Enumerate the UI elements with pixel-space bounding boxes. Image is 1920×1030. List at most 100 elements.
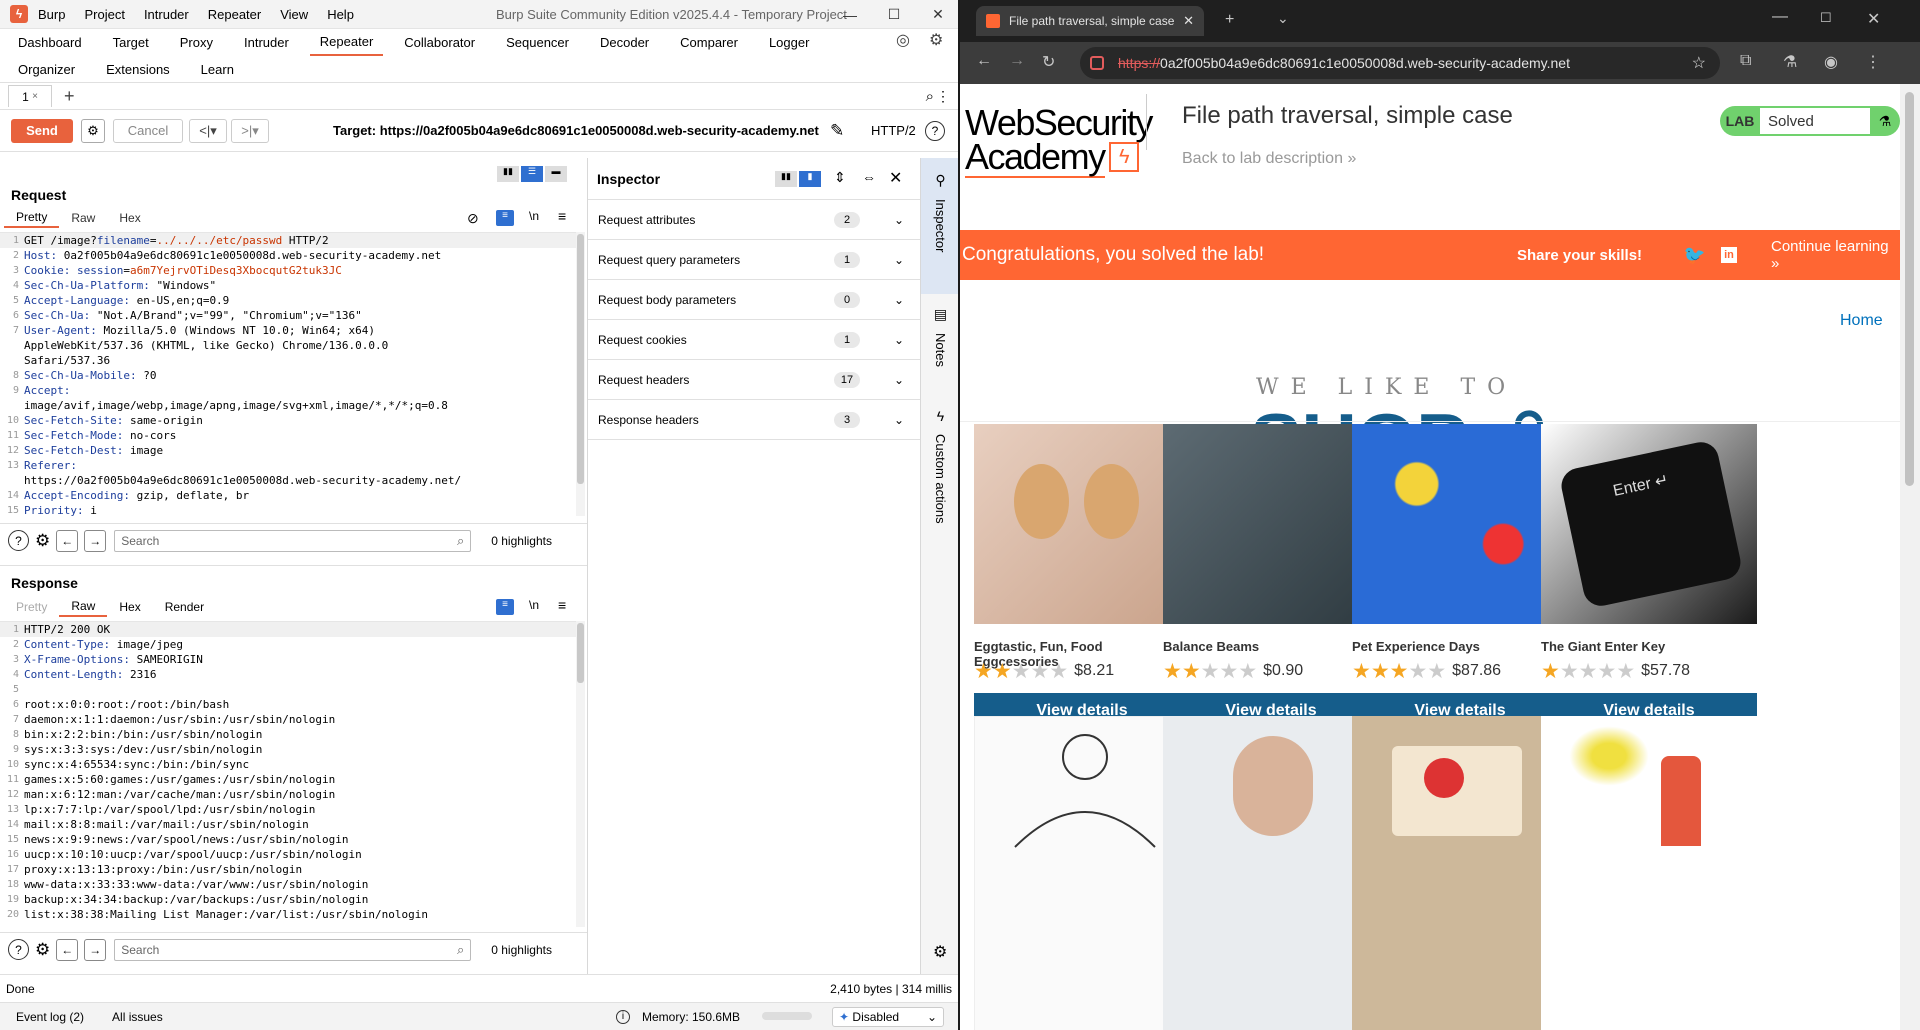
main-tab[interactable]: Logger <box>759 29 819 56</box>
main-tab[interactable]: Extensions <box>96 56 180 83</box>
editor-subtab[interactable]: Pretty <box>4 208 60 228</box>
code-line[interactable]: 10 sync:x:4:65534:sync:/bin:/bin/sync <box>0 757 576 772</box>
product-image[interactable] <box>1163 716 1379 1030</box>
product-image[interactable] <box>1352 424 1568 624</box>
expand-all-icon[interactable]: ⇕ <box>834 169 846 186</box>
inspector-section[interactable]: Request attributes 2 ⌄ <box>588 200 920 240</box>
prev-match-icon[interactable]: ← <box>56 529 79 552</box>
browser-tab[interactable]: File path traversal, simple case ✕ <box>976 6 1204 36</box>
inspector-section[interactable]: Request query parameters 1 ⌄ <box>588 240 920 280</box>
back-icon[interactable]: ← <box>976 52 992 70</box>
newline-toggle-icon[interactable]: \n <box>529 209 539 223</box>
address-bar[interactable]: https://0a2f005b04a9e6dc80691c1e0050008d… <box>1080 47 1720 79</box>
code-line[interactable]: 15 Priority: i <box>0 503 576 516</box>
close-tab-icon[interactable]: ✕ <box>1183 13 1194 29</box>
send-settings-icon[interactable]: ⚙ <box>81 118 105 143</box>
scrollbar-thumb[interactable] <box>1905 92 1914 486</box>
code-line[interactable]: 9 Accept: <box>0 383 576 398</box>
response-editor[interactable]: 1 HTTP/2 200 OK 2 Content-Type: image/jpeg 3… <box>0 621 576 927</box>
product-image[interactable] <box>1541 716 1757 1030</box>
menu-item[interactable]: Intruder <box>144 7 189 22</box>
code-line[interactable]: 5 Accept-Language: en-US,en;q=0.9 <box>0 293 576 308</box>
menu-icon[interactable]: ≡ <box>558 597 566 613</box>
code-line[interactable]: 20 list:x:38:38:Mailing List Manager:/var… <box>0 907 576 922</box>
main-tab[interactable]: Organizer <box>8 56 85 83</box>
editor-subtab[interactable]: Pretty <box>4 597 59 617</box>
main-tab[interactable]: Target <box>103 29 159 56</box>
code-line[interactable]: 18 www-data:x:33:33:www-data:/var/www:/us… <box>0 877 576 892</box>
inspector-section[interactable]: Request body parameters 0 ⌄ <box>588 280 920 320</box>
close-inspector-icon[interactable]: ✕ <box>889 168 902 188</box>
code-line[interactable]: 5 <box>0 682 576 697</box>
hide-icon[interactable]: ⊘ <box>467 210 479 227</box>
side-tab-inspector[interactable]: ⚲ Inspector <box>921 158 960 294</box>
inspector-layout-active-icon[interactable]: ▮ <box>799 171 821 187</box>
continue-learning-link[interactable]: Continue learning » <box>1771 238 1900 272</box>
main-tab[interactable]: Proxy <box>170 29 223 56</box>
new-tab-icon[interactable]: + <box>1225 11 1234 29</box>
collapse-all-icon[interactable]: ⇔ <box>862 169 876 185</box>
code-line[interactable]: 19 backup:x:34:34:backup:/var/backups:/us… <box>0 892 576 907</box>
main-tab[interactable]: Intruder <box>234 29 299 56</box>
product-image[interactable] <box>974 424 1190 624</box>
editor-subtab[interactable]: Render <box>153 597 216 617</box>
globe-icon[interactable]: ◎ <box>896 30 910 50</box>
code-line[interactable]: 14 mail:x:8:8:mail:/var/mail:/usr/sbin/no… <box>0 817 576 832</box>
maximize-icon[interactable]: ☐ <box>872 0 916 29</box>
menu-icon[interactable]: ≡ <box>558 208 566 224</box>
code-line[interactable]: 8 Sec-Ch-Ua-Mobile: ?0 <box>0 368 576 383</box>
menu-item[interactable]: Burp <box>38 7 65 22</box>
ai-toggle[interactable]: ✦ Disabled ⌄ <box>832 1007 944 1027</box>
main-tab[interactable]: Decoder <box>590 29 659 56</box>
editor-subtab[interactable]: Raw <box>59 597 108 617</box>
code-line[interactable]: Safari/537.36 <box>0 353 576 368</box>
next-match-icon[interactable]: → <box>84 529 107 552</box>
code-line[interactable]: https://0a2f005b04a9e6dc80691c1e0050008d… <box>0 473 576 488</box>
newline-toggle-icon[interactable]: \n <box>529 598 539 612</box>
more-options-icon[interactable]: ⋮ <box>936 88 950 105</box>
tab-search-icon[interactable]: ⌄ <box>1277 10 1289 27</box>
next-match-icon[interactable]: → <box>84 938 107 961</box>
code-line[interactable]: 11 Sec-Fetch-Mode: no-cors <box>0 428 576 443</box>
minimize-icon[interactable]: — <box>1772 8 1788 26</box>
search-icon[interactable]: ⌕ <box>926 88 934 105</box>
reload-icon[interactable]: ↻ <box>1042 52 1055 72</box>
http-version-label[interactable]: HTTP/2 <box>871 123 916 138</box>
edit-target-icon[interactable]: ✎ <box>830 121 844 141</box>
close-icon[interactable]: ✕ <box>916 0 960 29</box>
code-line[interactable]: 3 Cookie: session=a6m7YejrvOTiDesq3Xbocqu… <box>0 263 576 278</box>
code-line[interactable]: 12 Sec-Fetch-Dest: image <box>0 443 576 458</box>
code-line[interactable]: 3 X-Frame-Options: SAMEORIGIN <box>0 652 576 667</box>
main-tab[interactable]: Comparer <box>670 29 748 56</box>
event-log-link[interactable]: Event log (2) <box>16 1010 84 1024</box>
code-line[interactable]: 15 news:x:9:9:news:/var/spool/news:/usr/s… <box>0 832 576 847</box>
inspector-section[interactable]: Response headers 3 ⌄ <box>588 400 920 440</box>
response-scrollbar[interactable] <box>576 621 585 927</box>
extensions-icon[interactable]: ⧉ <box>1740 52 1751 70</box>
inspector-layout-icon[interactable]: ▮▮ <box>775 171 797 187</box>
web-security-academy-logo[interactable]: WebSecurity Academy ϟ <box>965 105 1153 178</box>
code-line[interactable]: 8 bin:x:2:2:bin:/bin:/usr/sbin/nologin <box>0 727 576 742</box>
prev-match-icon[interactable]: ← <box>56 938 79 961</box>
back-history-button[interactable]: <|▾ <box>189 118 227 143</box>
main-tab[interactable]: Collaborator <box>394 29 485 56</box>
cancel-button[interactable]: Cancel <box>113 118 183 143</box>
back-to-lab-link[interactable]: Back to lab description » <box>1182 150 1356 168</box>
side-settings-icon[interactable]: ⚙ <box>933 942 947 962</box>
response-search-input[interactable]: Search ⌕ <box>114 938 472 961</box>
editor-subtab[interactable]: Hex <box>107 597 152 617</box>
close-window-icon[interactable]: ✕ <box>1867 9 1880 29</box>
layout-columns-icon[interactable]: ▮▮ <box>497 166 519 182</box>
product-image[interactable]: Enter ↵ <box>1541 424 1757 624</box>
code-line[interactable]: 1 HTTP/2 200 OK <box>0 622 576 637</box>
request-editor[interactable]: 1 GET /image?filename=../../../etc/passwd… <box>0 232 576 516</box>
send-button[interactable]: Send <box>11 118 73 143</box>
code-line[interactable]: 13 Referer: <box>0 458 576 473</box>
layout-tabs-icon[interactable]: ▬ <box>545 166 567 182</box>
code-line[interactable]: 11 games:x:5:60:games:/usr/games:/usr/sbi… <box>0 772 576 787</box>
close-tab-icon[interactable]: × <box>32 91 38 102</box>
page-scrollbar[interactable] <box>1900 84 1920 1030</box>
code-line[interactable]: 10 Sec-Fetch-Site: same-origin <box>0 413 576 428</box>
code-line[interactable]: 6 root:x:0:0:root:/root:/bin/bash <box>0 697 576 712</box>
side-tab-notes[interactable]: ▤ Notes <box>921 306 960 396</box>
